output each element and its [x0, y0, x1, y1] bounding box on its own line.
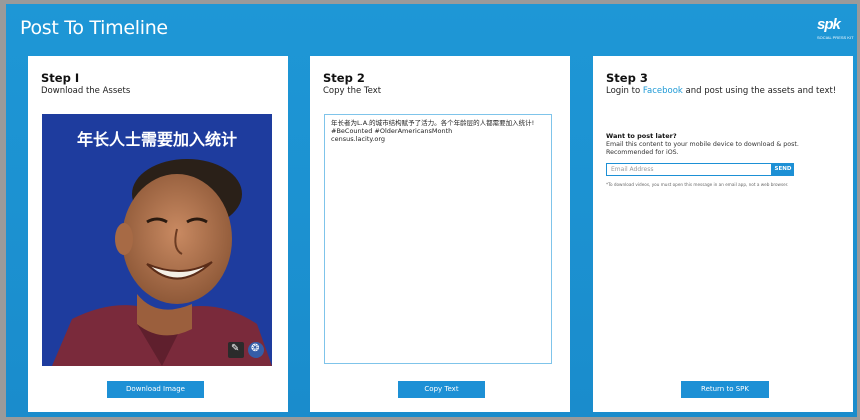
page-title: Post To Timeline [20, 17, 168, 39]
email-field[interactable] [606, 163, 772, 176]
send-button[interactable]: SEND [772, 163, 794, 176]
portrait-illustration [52, 159, 272, 366]
step1-title: Step I [41, 71, 80, 85]
step2-title: Step 2 [323, 71, 365, 85]
step2-subtitle: Copy the Text [323, 86, 382, 96]
post-later-heading: Want to post later? [606, 132, 677, 140]
logo-subtext: SOCIAL PRESS KIT [817, 35, 854, 40]
logo-mark: spk [817, 16, 841, 33]
step3-card: Step 3 Login to Facebook and post using … [593, 56, 853, 412]
step1-subtitle: Download the Assets [41, 86, 131, 96]
poster-headline: 年长人士需要加入统计 [76, 130, 237, 149]
pen-icon: ✎ [228, 342, 244, 358]
copy-text-button[interactable]: Copy Text [398, 381, 485, 398]
post-text-line: #BeCounted #OlderAmericansMonth [331, 127, 453, 135]
return-to-spk-button[interactable]: Return to SPK [681, 381, 769, 398]
asset-image: 年长人士需要加入统计 ✎ ❂ [42, 114, 272, 366]
download-image-button[interactable]: Download Image [107, 381, 204, 398]
header-bar: Post To Timeline spk SOCIAL PRESS KIT [6, 4, 857, 52]
facebook-link[interactable]: Facebook [643, 86, 683, 96]
step1-card: Step I Download the Assets 年长人士需要加入统计 ✎ … [28, 56, 288, 412]
post-text-area[interactable]: 年长者为L.A.的城市结构赋予了活力。各个年龄层的人都需要加入统计! #BeCo… [324, 114, 552, 364]
post-later-description: Email this content to your mobile device… [606, 141, 799, 156]
step2-card: Step 2 Copy the Text 年长者为L.A.的城市结构赋予了活力。… [310, 56, 570, 412]
step3-subtitle: Login to Facebook and post using the ass… [606, 86, 836, 96]
post-text-line: census.lacity.org [331, 135, 386, 143]
spk-logo-icon[interactable]: spk SOCIAL PRESS KIT [817, 16, 854, 44]
seal-icon: ❂ [248, 342, 264, 358]
page-frame: Post To Timeline spk SOCIAL PRESS KIT St… [6, 4, 857, 417]
step3-title: Step 3 [606, 71, 648, 85]
download-note: *To download videos, you must open this … [606, 182, 789, 187]
post-text-line: 年长者为L.A.的城市结构赋予了活力。各个年龄层的人都需要加入统计! [331, 119, 535, 127]
subtitle-suffix: and post using the assets and text! [682, 86, 837, 96]
subtitle-prefix: Login to [606, 86, 643, 96]
